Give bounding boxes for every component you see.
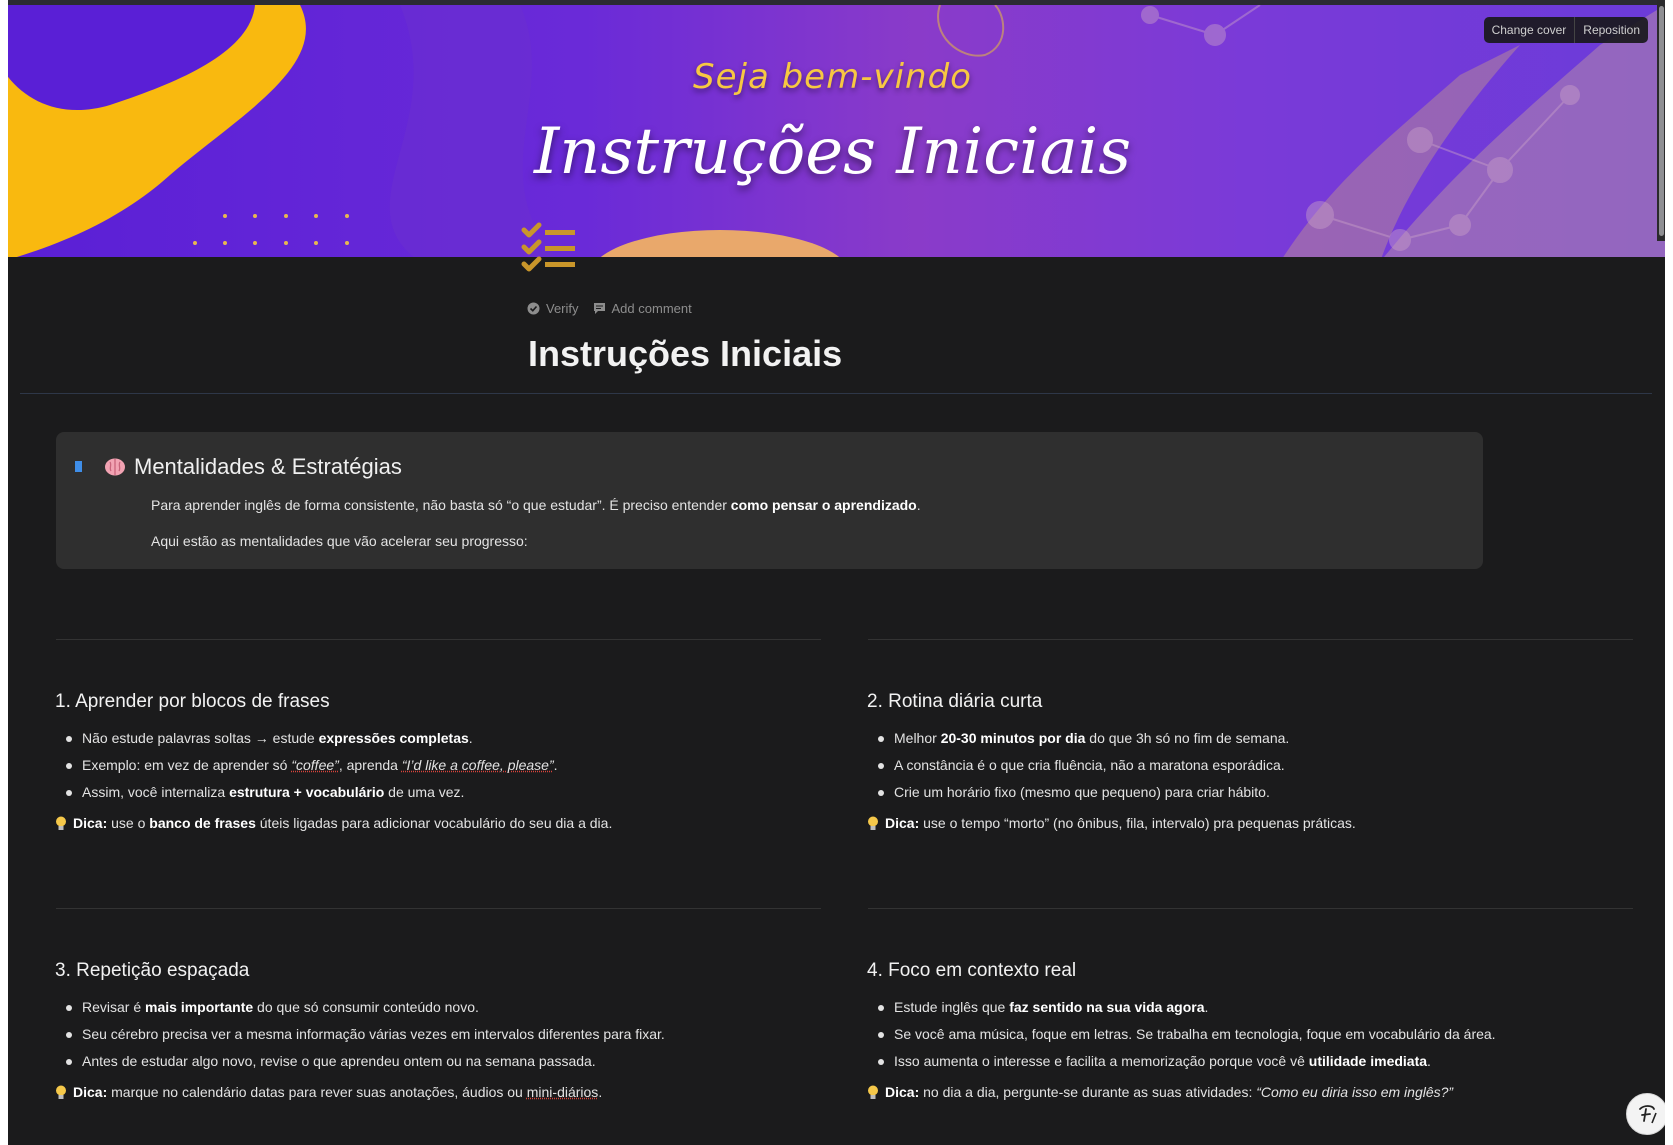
section-heading: 4. Foco em contexto real [867, 960, 1077, 981]
list-item: Isso aumenta o interesse e facilita a me… [878, 1048, 1627, 1075]
cover-subtitle: Seja bem-vindo [693, 57, 972, 97]
tip-line: Dica: use o banco de frases úteis ligada… [55, 815, 815, 831]
section-heading: 1. Aprender por blocos de frases [55, 691, 330, 712]
divider [868, 908, 1633, 909]
list-item: Melhor 20-30 minutos por dia do que 3h s… [878, 725, 1627, 752]
list-item: Revisar é mais importante do que só cons… [66, 994, 815, 1021]
brain-icon [105, 458, 125, 476]
cover-image[interactable]: Seja bem-vindo Instruções Iniciais Chang… [8, 0, 1665, 257]
scrollbar-thumb[interactable] [1659, 6, 1664, 236]
change-cover-button[interactable]: Change cover [1484, 17, 1575, 43]
verify-label: Verify [546, 301, 579, 316]
divider [56, 639, 821, 640]
callout-paragraph-1: Para aprender inglês de forma consistent… [151, 497, 921, 513]
help-button[interactable] [1626, 1093, 1665, 1135]
add-comment-button[interactable]: Add comment [593, 301, 692, 316]
section-phrase-blocks: 1. Aprender por blocos de frases Não est… [55, 691, 815, 831]
page-meta-row: Verify Add comment [527, 301, 692, 316]
divider [868, 639, 1633, 640]
callout-p1-end: . [916, 497, 921, 513]
lightbulb-icon [56, 816, 66, 830]
callout-p1-text: Para aprender inglês de forma consistent… [151, 497, 731, 513]
callout-heading: Mentalidades & Estratégias [104, 454, 402, 480]
bullet-list: Não estude palavras soltas → estude expr… [55, 725, 815, 806]
callout-block[interactable]: Mentalidades & Estratégias Para aprender… [56, 432, 1483, 569]
lightbulb-icon [868, 1085, 878, 1099]
section-real-context: 4. Foco em contexto real Estude inglês q… [867, 960, 1627, 1100]
list-item: Seu cérebro precisa ver a mesma informaç… [66, 1021, 815, 1048]
divider [56, 908, 821, 909]
help-avatar-icon [1639, 1105, 1657, 1124]
tip-line: Dica: use o tempo “morto” (no ônibus, fi… [867, 815, 1627, 831]
title-divider [20, 393, 1652, 394]
list-item: Estude inglês que faz sentido na sua vid… [878, 994, 1627, 1021]
checklist-icon[interactable] [518, 222, 582, 286]
tip-line: Dica: no dia a dia, pergunte-se durante … [867, 1084, 1627, 1100]
add-comment-label: Add comment [611, 301, 692, 316]
lightbulb-icon [56, 1085, 66, 1099]
verify-button[interactable]: Verify [527, 301, 579, 316]
section-spaced-repetition: 3. Repetição espaçada Revisar é mais imp… [55, 960, 815, 1100]
section-daily-routine: 2. Rotina diária curta Melhor 20-30 minu… [867, 691, 1627, 831]
callout-paragraph-2: Aqui estão as mentalidades que vão acele… [151, 533, 528, 549]
cover-title: Instruções Iniciais [533, 115, 1132, 189]
list-item: Assim, você internaliza estrutura + voca… [66, 779, 815, 806]
callout-p1-bold: como pensar o aprendizado [730, 497, 917, 513]
list-item: Não estude palavras soltas → estude expr… [66, 725, 815, 752]
lightbulb-icon [868, 816, 878, 830]
reposition-button[interactable]: Reposition [1574, 17, 1648, 43]
notion-page-window: Seja bem-vindo Instruções Iniciais Chang… [8, 0, 1665, 1145]
bullet-list: Melhor 20-30 minutos por dia do que 3h s… [867, 725, 1627, 806]
list-item: Antes de estudar algo novo, revise o que… [66, 1048, 815, 1075]
cover-actions: Change cover Reposition [1483, 17, 1648, 43]
comment-icon [593, 303, 605, 314]
callout-marker [75, 461, 82, 472]
callout-heading-text: Mentalidades & Estratégias [134, 454, 402, 479]
bullet-list: Revisar é mais importante do que só cons… [55, 994, 815, 1075]
section-heading: 3. Repetição espaçada [55, 960, 250, 981]
list-item: A constância é o que cria fluência, não … [878, 752, 1627, 779]
page-title[interactable]: Instruções Iniciais [528, 333, 842, 375]
bullet-list: Estude inglês que faz sentido na sua vid… [867, 994, 1627, 1075]
verified-icon [527, 302, 540, 315]
list-item: Crie um horário fixo (mesmo que pequeno)… [878, 779, 1627, 806]
list-item: Se você ama música, foque em letras. Se … [878, 1021, 1627, 1048]
list-item: Exemplo: em vez de aprender só “coffee”,… [66, 752, 815, 779]
section-heading: 2. Rotina diária curta [867, 691, 1043, 712]
scrollbar[interactable] [1657, 0, 1665, 241]
tip-line: Dica: marque no calendário datas para re… [55, 1084, 815, 1100]
